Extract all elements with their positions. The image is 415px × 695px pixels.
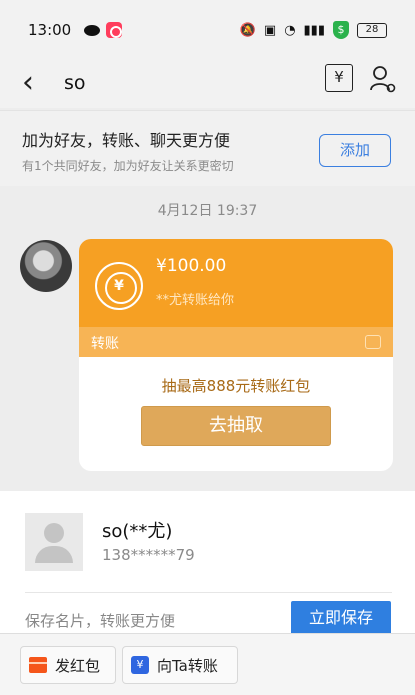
transfer-icon: ¥ <box>131 656 149 674</box>
divider <box>25 592 392 593</box>
person-settings-icon[interactable] <box>369 64 397 94</box>
contact-card: so(**尤) 138******79 保存名片，转账更方便 立即保存 <box>0 491 415 635</box>
transfer-card-header: ¥ ¥100.00 **尤转账给你 <box>79 239 393 327</box>
wifi-icon: ◔ <box>284 22 296 38</box>
transfer-yuan-icon[interactable]: ¥ <box>325 64 353 92</box>
signal-icon: ▮▮▮ <box>303 22 325 38</box>
red-packet-promo-text: 抽最高888元转账红包 <box>161 377 311 395</box>
status-time: 13:00 <box>28 21 72 39</box>
transfer-from-text: **尤转账给你 <box>156 293 235 308</box>
save-contact-button[interactable]: 立即保存 <box>291 601 391 635</box>
chat-nav-bar: ‹ so ¥ <box>0 60 415 108</box>
security-shield-icon: $ <box>333 21 349 39</box>
add-friend-button[interactable]: 添加 <box>319 134 391 167</box>
transfer-message-card[interactable]: ¥ ¥100.00 **尤转账给你 转账 抽最高888元转账红包 去抽取 <box>79 239 393 471</box>
transfer-to-them-label: 向Ta转账 <box>157 656 218 675</box>
add-friend-title: 加为好友，转账、聊天更方便 <box>22 131 231 150</box>
transfer-card-band: 转账 <box>79 327 393 357</box>
contact-phone: 138******79 <box>102 546 195 564</box>
add-friend-subtitle: 有1个共同好友，加为好友让关系更密切 <box>22 159 234 173</box>
mute-icon: 🔕 <box>239 22 256 38</box>
send-red-packet-label: 发红包 <box>55 656 101 675</box>
sender-avatar[interactable] <box>20 240 72 292</box>
red-packet-icon <box>29 657 47 673</box>
bottom-action-bar: 发红包 ¥ 向Ta转账 <box>0 633 415 695</box>
app-notification-icon <box>106 22 122 38</box>
chevron-left-icon[interactable]: ‹ <box>22 66 34 100</box>
save-contact-hint: 保存名片，转账更方便 <box>25 612 176 630</box>
chat-bubble-icon <box>84 24 100 36</box>
contact-name: so(**尤) <box>102 521 173 542</box>
alipay-mark-icon <box>365 335 381 349</box>
send-red-packet-button[interactable]: 发红包 <box>20 646 116 684</box>
status-bar: 13:00 🔕 ▣ ◔ ▮▮▮ $ 28 <box>0 0 415 60</box>
draw-red-packet-button[interactable]: 去抽取 <box>141 406 331 446</box>
contact-placeholder-avatar <box>25 513 83 571</box>
status-indicators: 🔕 ▣ ◔ ▮▮▮ $ 28 <box>240 21 387 39</box>
message-timestamp: 4月12日 19:37 <box>157 203 258 219</box>
battery-icon: 28 <box>357 22 387 38</box>
transfer-to-them-button[interactable]: ¥ 向Ta转账 <box>122 646 238 684</box>
transfer-coin-icon: ¥ <box>95 262 143 310</box>
status-notifications <box>84 22 122 38</box>
hd-icon: ▣ <box>263 22 277 38</box>
transfer-band-label: 转账 <box>91 336 119 352</box>
chat-title: so <box>64 72 86 94</box>
transfer-amount: ¥100.00 <box>156 256 227 276</box>
add-friend-banner: 加为好友，转账、聊天更方便 有1个共同好友，加为好友让关系更密切 添加 <box>0 110 415 186</box>
